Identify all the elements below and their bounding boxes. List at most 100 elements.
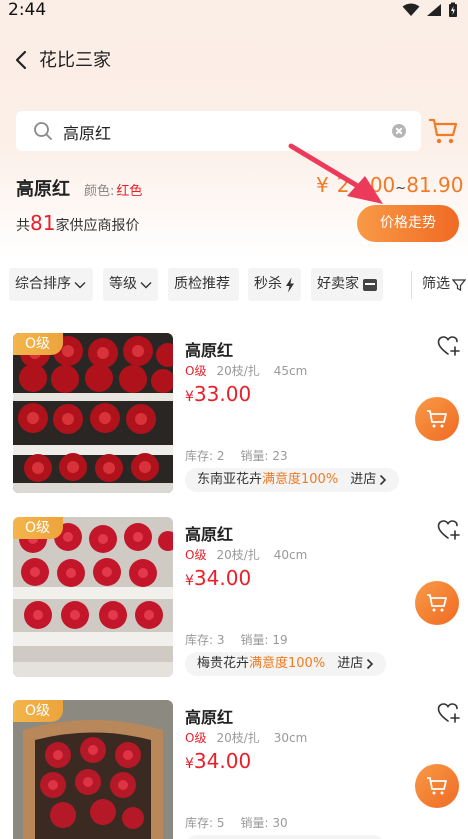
sales-count: 销量: 23 <box>240 449 288 463</box>
listing-card[interactable]: O级 高原红 O级 20枝/扎 40cm ¥34.00 库存: 3 销量: 19 梅贵… <box>0 517 468 701</box>
product-image[interactable]: O级 <box>13 333 173 493</box>
shop-rating: 满意度100% <box>249 656 326 671</box>
listing-name: 高原红 <box>185 708 234 727</box>
nav-bar: 花比三家 <box>0 40 468 80</box>
listing-price: ¥34.00 <box>185 749 251 773</box>
grade-tag: O级 <box>13 333 63 355</box>
yen-symbol: ¥ <box>185 389 194 405</box>
chevron-down-icon <box>74 281 86 288</box>
listing-grade: O级 <box>185 731 207 745</box>
inspect-label: 质检推荐 <box>174 276 230 292</box>
cart-icon <box>427 594 447 612</box>
price-value: 34.00 <box>193 749 252 773</box>
add-to-cart-button[interactable] <box>415 581 459 625</box>
funnel-icon <box>452 278 466 291</box>
annotation-arrow-icon <box>288 143 383 204</box>
chevron-right-icon <box>367 658 374 670</box>
roses-photo <box>13 333 173 493</box>
listing-grade: O级 <box>185 548 207 562</box>
supplier-prefix: 共 <box>16 218 30 234</box>
color-value: 红色 <box>116 184 143 199</box>
supplier-count-line: 共81家供应商报价 <box>16 211 139 235</box>
favorite-heart-icon[interactable] <box>437 702 461 724</box>
listing-bundle: 20枝/扎 <box>216 364 260 378</box>
listing-bundle: 20枝/扎 <box>216 548 260 562</box>
clear-icon[interactable] <box>392 124 406 138</box>
product-image[interactable]: O级 <box>13 517 173 677</box>
yen-symbol: ¥ <box>185 756 194 772</box>
enter-shop-label: 进店 <box>337 656 364 671</box>
search-icon <box>34 122 52 140</box>
add-to-cart-button[interactable] <box>415 764 459 808</box>
listing-card[interactable]: O级 高原红 O级 20枝/扎 45cm ¥33.00 库存: 2 销量: 23 东南… <box>0 333 468 517</box>
cart-icon[interactable] <box>428 116 458 146</box>
lightning-icon <box>286 277 294 292</box>
listing-name: 高原红 <box>185 341 234 360</box>
sort-filter[interactable]: 综合排序 <box>9 268 93 301</box>
listing-grade: O级 <box>185 364 207 378</box>
filter-divider <box>411 271 412 299</box>
wifi-icon <box>402 3 420 16</box>
status-time: 2:44 <box>8 0 47 20</box>
flash-sale-filter[interactable]: 秒杀 <box>248 268 301 301</box>
grade-filter[interactable]: 等级 <box>103 268 158 301</box>
price-value: 33.00 <box>193 382 252 406</box>
favorite-heart-icon[interactable] <box>437 519 461 541</box>
good-seller-label: 好卖家 <box>317 276 359 292</box>
chevron-down-icon <box>140 281 152 288</box>
product-image[interactable]: O级 <box>13 700 173 839</box>
stock-count: 库存: 2 <box>185 449 225 463</box>
product-header: 高原红 颜色: 红色 <box>16 175 142 201</box>
stock-count: 库存: 5 <box>185 816 225 830</box>
listing-bundle: 20枝/扎 <box>216 731 260 745</box>
listing-spec: O级 20枝/扎 30cm <box>185 729 307 746</box>
shop-link[interactable] <box>185 835 385 839</box>
cart-icon <box>427 410 447 428</box>
price-high: 81.90 <box>406 173 464 197</box>
listing-price: ¥33.00 <box>185 382 251 406</box>
shop-icon <box>363 278 377 291</box>
status-bar: 2:44 <box>0 0 468 24</box>
favorite-heart-icon[interactable] <box>437 335 461 357</box>
sort-label: 综合排序 <box>15 276 71 292</box>
product-name: 高原红 <box>16 179 70 200</box>
listing-length: 40cm <box>273 548 308 562</box>
grade-tag: O级 <box>13 517 63 539</box>
grade-tag: O级 <box>13 700 63 722</box>
filter-button[interactable]: 筛选 <box>422 268 466 301</box>
filter-label: 筛选 <box>422 276 450 292</box>
price-value: 34.00 <box>193 566 252 590</box>
good-seller-filter[interactable]: 好卖家 <box>311 268 383 301</box>
listing-spec: O级 20枝/扎 45cm <box>185 362 307 379</box>
status-icons <box>402 2 458 18</box>
listing-stock: 库存: 2 销量: 23 <box>185 447 288 464</box>
filter-bar: 综合排序 等级 质检推荐 秒杀 好卖家 筛选 <box>0 268 468 302</box>
back-arrow-icon[interactable] <box>12 48 32 72</box>
listing-price: ¥34.00 <box>185 566 251 590</box>
listing-stock: 库存: 3 销量: 19 <box>185 631 288 648</box>
grade-label: 等级 <box>109 276 137 292</box>
shop-link[interactable]: 东南亚花卉 满意度100% 进店 <box>185 468 400 492</box>
color-label: 颜色: <box>84 184 115 199</box>
yen-symbol: ¥ <box>185 573 194 589</box>
price-separator: ~ <box>395 181 407 196</box>
chevron-right-icon <box>380 474 387 486</box>
enter-shop-label: 进店 <box>350 472 377 487</box>
supplier-count: 81 <box>30 211 56 235</box>
listing-stock: 库存: 5 销量: 30 <box>185 814 288 831</box>
shop-name: 梅贵花卉 <box>197 656 250 671</box>
shop-link[interactable]: 梅贵花卉 满意度100% 进店 <box>185 652 387 676</box>
supplier-suffix: 家供应商报价 <box>55 218 140 234</box>
listing-card[interactable]: O级 高原红 O级 20枝/扎 30cm ¥34.00 库存: 5 销量: 30 <box>0 700 468 839</box>
cart-icon <box>427 777 447 795</box>
shop-rating: 满意度100% <box>262 472 339 487</box>
shop-name: 东南亚花卉 <box>197 472 263 487</box>
roses-photo <box>13 517 173 677</box>
search-value: 高原红 <box>63 124 112 143</box>
listing-name: 高原红 <box>185 525 234 544</box>
inspect-filter[interactable]: 质检推荐 <box>168 268 239 301</box>
page-title: 花比三家 <box>39 50 111 71</box>
sales-count: 销量: 19 <box>240 633 288 647</box>
add-to-cart-button[interactable] <box>415 397 459 441</box>
sales-count: 销量: 30 <box>240 816 288 830</box>
